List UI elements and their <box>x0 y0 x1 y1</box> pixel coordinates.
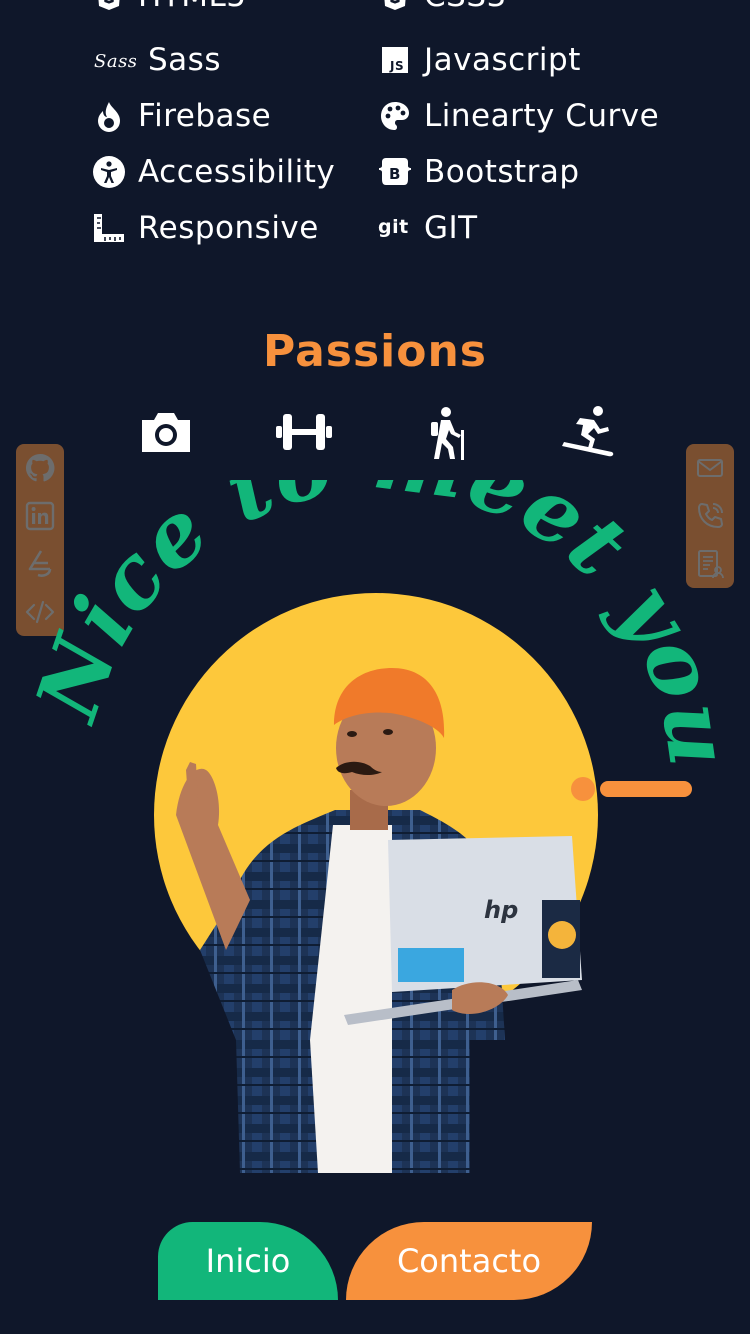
skill-label: HTML5 <box>138 0 247 14</box>
javascript-icon: JS <box>378 43 412 77</box>
laptop-sticker-moon <box>548 921 576 949</box>
contacto-button[interactable]: Contacto <box>346 1222 592 1300</box>
snowboarding-icon <box>562 406 614 457</box>
page: HTML5 CSS3 Sass Sass JS Javascript Fireb… <box>0 0 750 1334</box>
skill-item: Responsive <box>92 210 319 246</box>
skill-label: Bootstrap <box>424 154 580 190</box>
accessibility-icon <box>92 155 126 189</box>
svg-text:JS: JS <box>389 59 404 73</box>
inicio-button[interactable]: Inicio <box>158 1222 338 1300</box>
skill-item: CSS3 <box>378 0 507 14</box>
skill-label: GIT <box>424 210 478 246</box>
git-icon: git <box>378 211 412 245</box>
hero-illustration: Nice to meet you! hp <box>0 480 749 1173</box>
skill-item: git GIT <box>378 210 478 246</box>
svg-text:Sass: Sass <box>94 51 136 72</box>
skill-item: HTML5 <box>92 0 247 14</box>
laptop-logo: hp <box>484 896 518 924</box>
passions-title: Passions <box>263 326 487 377</box>
skill-label: Sass <box>148 42 221 78</box>
pointing-finger <box>186 762 198 798</box>
skill-item: Linearty Curve <box>378 98 659 134</box>
skill-item: Firebase <box>92 98 271 134</box>
person-eye <box>383 729 393 735</box>
hiking-icon <box>431 407 464 460</box>
accent-dot <box>571 777 595 801</box>
skill-label: Responsive <box>138 210 319 246</box>
skill-item: B Bootstrap <box>378 154 580 190</box>
accent-dash <box>600 781 692 797</box>
svg-text:git: git <box>378 216 409 238</box>
palette-icon <box>378 99 412 133</box>
skill-label: Linearty Curve <box>424 98 660 134</box>
skill-label: Javascript <box>424 42 581 78</box>
skill-item: Sass Sass <box>92 42 221 78</box>
firebase-icon <box>92 99 126 133</box>
bootstrap-icon: B <box>378 155 412 189</box>
sass-icon: Sass <box>92 43 136 77</box>
skill-item: JS Javascript <box>378 42 581 78</box>
skill-label: Accessibility <box>138 154 336 190</box>
laptop-sticker-blue <box>398 948 464 982</box>
camera-icon <box>142 413 190 452</box>
skill-label: Firebase <box>138 98 272 134</box>
ruler-icon <box>92 211 126 245</box>
skill-label: CSS3 <box>424 0 507 14</box>
dumbbell-icon <box>276 414 332 450</box>
html5-icon <box>92 0 126 13</box>
person-eye <box>347 731 357 737</box>
css3-icon <box>378 0 412 13</box>
svg-text:B: B <box>389 165 401 183</box>
skill-item: Accessibility <box>92 154 335 190</box>
